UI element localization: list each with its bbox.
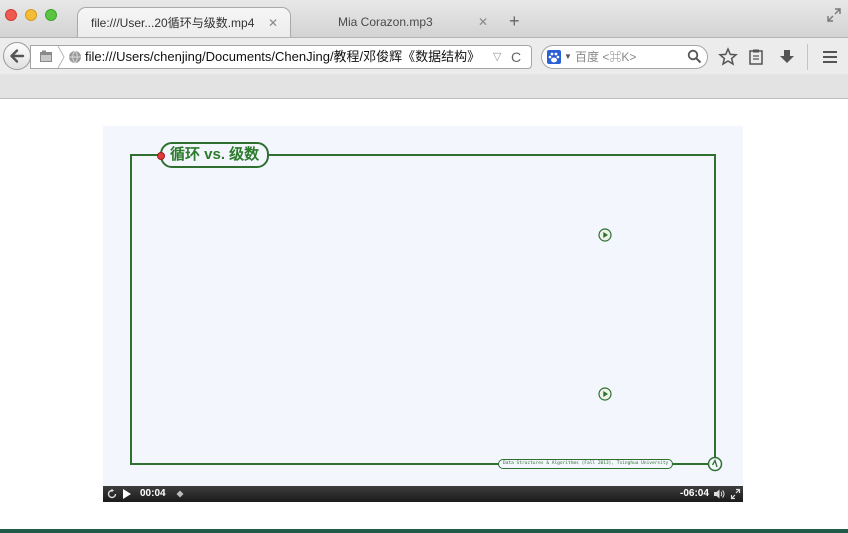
reload-icon[interactable]: C [511, 46, 521, 68]
toolbar-divider [807, 44, 808, 70]
globe-icon [69, 50, 81, 64]
fullscreen-icon[interactable] [730, 486, 741, 502]
fullscreen-icon[interactable] [826, 7, 842, 23]
url-history-dropdown-icon[interactable]: ▽ [493, 46, 501, 68]
engine-dropdown-icon[interactable]: ▼ [564, 46, 572, 68]
current-time: 00:04 [140, 488, 166, 499]
url-text[interactable]: file:///Users/chenjing/Documents/ChenJin… [85, 46, 485, 68]
tab-label: Mia Corazon.mp3 [338, 15, 433, 29]
clipboard-icon[interactable] [746, 47, 766, 67]
window-close-button[interactable] [5, 9, 17, 21]
slide-play-icon[interactable] [598, 387, 612, 401]
video-controls: 00:04 -06:04 [103, 486, 743, 502]
search-icon[interactable] [687, 49, 702, 64]
baidu-icon[interactable] [547, 50, 561, 64]
back-button[interactable] [3, 42, 31, 70]
cursor-marker [157, 152, 165, 160]
title-bar: file:///User...20循环与级数.mp4 ✕ Mia Corazon… [0, 0, 848, 37]
download-icon[interactable] [777, 47, 797, 67]
url-bar[interactable]: file:///Users/chenjing/Documents/ChenJin… [30, 45, 532, 69]
separator-chevron [57, 46, 65, 68]
sidebar-icon[interactable] [39, 50, 53, 64]
tab-video[interactable]: file:///User...20循环与级数.mp4 ✕ [77, 7, 291, 37]
scrubber-handle[interactable] [175, 486, 185, 502]
course-footer: Data Structures & Algorithms (Fall 2013)… [498, 459, 674, 469]
tab-audio[interactable]: Mia Corazon.mp3 ✕ [296, 7, 496, 37]
replay-icon[interactable] [106, 486, 118, 502]
remaining-time: -06:04 [680, 488, 709, 499]
toolbar-strip [0, 74, 848, 99]
video-player[interactable]: 循环 vs. 级数 Data Structures & Algorithms (… [103, 126, 743, 486]
play-icon[interactable] [122, 486, 132, 502]
search-input[interactable] [575, 48, 685, 66]
seal-icon [707, 456, 723, 472]
volume-icon[interactable] [713, 486, 725, 502]
window-minimize-button[interactable] [25, 9, 37, 21]
navigation-toolbar: file:///Users/chenjing/Documents/ChenJin… [0, 37, 848, 75]
search-bar[interactable]: ▼ [541, 45, 708, 69]
new-tab-button[interactable]: + [509, 10, 520, 32]
star-icon[interactable] [718, 47, 738, 67]
slide-play-icon[interactable] [598, 228, 612, 242]
tab-close-icon[interactable]: ✕ [268, 8, 278, 38]
page-bottom-strip [0, 529, 848, 533]
hamburger-menu-icon[interactable] [820, 47, 840, 67]
slide-title: 循环 vs. 级数 [160, 142, 270, 168]
window-zoom-button[interactable] [45, 9, 57, 21]
tab-close-icon[interactable]: ✕ [478, 7, 488, 37]
slide-frame [130, 154, 716, 465]
back-arrow-icon [10, 49, 25, 63]
tab-label: file:///User...20循环与级数.mp4 [91, 16, 255, 30]
